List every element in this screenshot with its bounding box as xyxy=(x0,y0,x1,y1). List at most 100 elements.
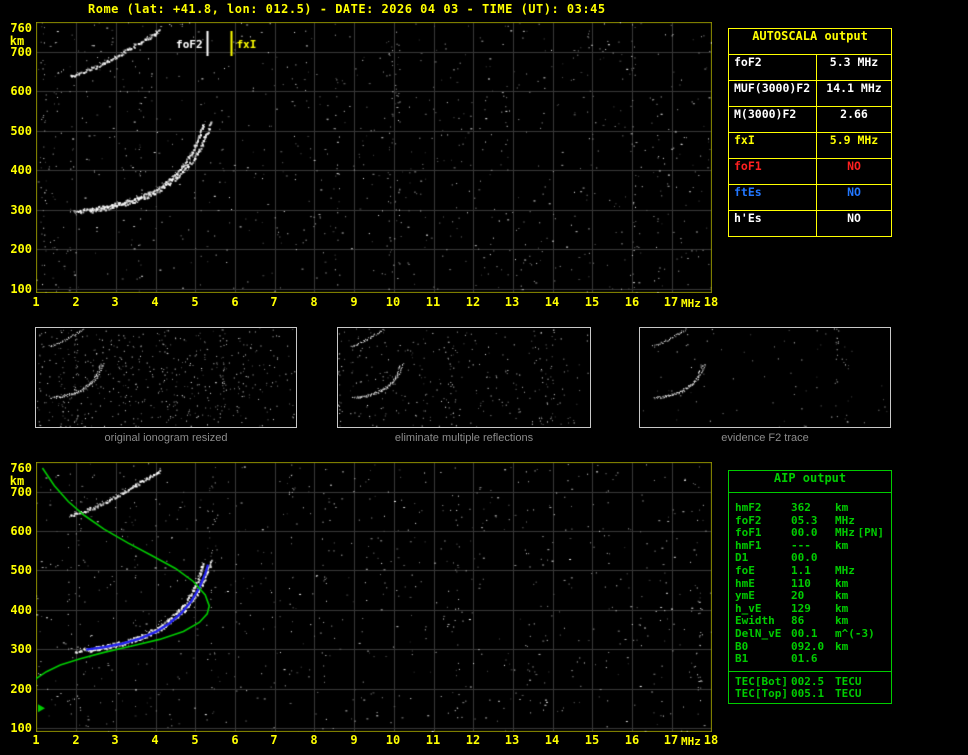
x-tick-top-16: 16 xyxy=(624,295,640,309)
aip-row-B0: B0 092.0 km xyxy=(735,640,887,653)
aip-row-h_vE: h_vE 129 km xyxy=(735,602,887,615)
y-tick-top-200: 200 xyxy=(10,242,32,257)
param-value: NO xyxy=(847,159,861,173)
aip-panel-title: AIP output xyxy=(729,471,891,493)
y-axis-unit-top: km xyxy=(9,34,25,48)
param-label: h'Es xyxy=(729,211,817,236)
param-label: foF1 xyxy=(735,526,762,540)
autoscala-row-ftEs: ftEs NO xyxy=(729,185,891,211)
param-value: 002.5 xyxy=(791,674,825,688)
param-value: 20 xyxy=(791,589,805,603)
param-label: h_vE xyxy=(735,601,762,615)
thumbnail-caption-reflections: eliminate multiple reflections xyxy=(394,432,534,444)
thumbnail-caption-evidence: evidence F2 trace xyxy=(721,432,809,444)
x-tick-bot-17: 17 xyxy=(663,733,679,747)
y-tick-bot-760: 760 xyxy=(10,461,32,475)
autoscala-row-MUF(3000)F2: MUF(3000)F2 14.1 MHz xyxy=(729,81,891,107)
param-label: hmF2 xyxy=(735,501,762,514)
x-tick-bot-16: 16 xyxy=(624,733,640,747)
param-unit: MHz xyxy=(835,563,855,577)
aip-row-TEC[Bot]: TEC[Bot] 002.5 TECU xyxy=(735,675,887,688)
autoscala-panel-title: AUTOSCALA output xyxy=(729,29,891,55)
param-value: 362 xyxy=(791,501,811,514)
x-tick-top-10: 10 xyxy=(385,295,401,309)
param-value: 5.9 MHz xyxy=(829,133,879,147)
param-unit: TECU xyxy=(835,687,862,701)
window-title: Rome (lat: +41.8, lon: 012.5) - DATE: 20… xyxy=(88,2,606,16)
x-tick-top-11: 11 xyxy=(425,295,441,309)
param-label: MUF(3000)F2 xyxy=(729,81,817,106)
x-tick-bot-2: 2 xyxy=(72,733,80,747)
y-tick-bot-300: 300 xyxy=(10,642,32,657)
x-tick-top-14: 14 xyxy=(544,295,560,309)
thumbnail-eliminate-reflections xyxy=(337,327,591,428)
param-label: foF2 xyxy=(735,513,762,527)
autoscala-row-foF2: foF2 5.3 MHz xyxy=(729,55,891,81)
param-label: foF2 xyxy=(729,55,817,80)
aip-output-panel: AIP output hmF2 362 km foF2 05.3 MHz foF1 00.0 M… xyxy=(728,470,892,704)
param-label: hmF1 xyxy=(735,538,762,552)
x-tick-top-5: 5 xyxy=(191,295,199,309)
aip-row-hmE: hmE 110 km xyxy=(735,577,887,590)
aip-row-foF1: foF1 00.0 MHz [PN] xyxy=(735,526,887,539)
y-tick-top-400: 400 xyxy=(10,163,32,178)
x-tick-top-1: 1 xyxy=(32,295,40,309)
param-note: [PN] xyxy=(857,526,885,540)
aip-row-B1: B1 01.6 xyxy=(735,652,887,665)
param-value: 1.1 xyxy=(791,563,811,577)
param-value: 005.1 xyxy=(791,687,825,701)
x-tick-top-17: 17 xyxy=(663,295,679,309)
y-tick-top-500: 500 xyxy=(10,123,32,138)
x-tick-bot-14: 14 xyxy=(544,733,560,747)
param-value: 14.1 MHz xyxy=(826,81,882,95)
aip-row-DelN_vE: DelN_vE 00.1 m^(-3) xyxy=(735,627,887,640)
param-unit: km xyxy=(835,639,849,653)
y-axis-unit-bot: km xyxy=(9,474,25,488)
x-tick-bot-1: 1 xyxy=(32,733,40,747)
x-tick-bot-11: 11 xyxy=(425,733,441,747)
x-tick-bot-15: 15 xyxy=(584,733,600,747)
x-tick-bot-4: 4 xyxy=(151,733,159,747)
thumbnail-original-ionogram xyxy=(35,327,297,428)
aip-row-TEC[Top]: TEC[Top] 005.1 TECU xyxy=(735,687,887,700)
aip-row-foF2: foF2 05.3 MHz xyxy=(735,514,887,527)
x-tick-top-3: 3 xyxy=(111,295,119,309)
y-tick-bot-600: 600 xyxy=(10,524,32,539)
param-unit: km xyxy=(835,538,849,552)
param-label: M(3000)F2 xyxy=(729,107,817,132)
y-tick-top-600: 600 xyxy=(10,84,32,99)
y-tick-bot-500: 500 xyxy=(10,563,32,578)
param-unit: km xyxy=(835,576,849,590)
x-tick-bot-6: 6 xyxy=(231,733,239,747)
param-value: NO xyxy=(847,211,861,225)
param-value: 5.3 MHz xyxy=(829,55,879,69)
x-tick-top-8: 8 xyxy=(310,295,318,309)
param-unit xyxy=(835,551,887,564)
x-tick-bot-12: 12 xyxy=(465,733,481,747)
x-tick-top-13: 13 xyxy=(504,295,520,309)
aip-row-ymE: ymE 20 km xyxy=(735,589,887,602)
param-value: 86 xyxy=(791,614,805,628)
param-value: 110 xyxy=(791,576,811,590)
param-value: 2.66 xyxy=(840,107,868,121)
x-axis-unit-bot: MHz xyxy=(681,735,701,748)
param-label: B0 xyxy=(735,639,749,653)
y-tick-top-760: 760 xyxy=(10,21,32,35)
param-label: ymE xyxy=(735,589,755,603)
x-tick-bot-5: 5 xyxy=(191,733,199,747)
y-tick-bot-400: 400 xyxy=(10,602,32,617)
y-tick-bot-200: 200 xyxy=(10,681,32,696)
thumbnail-evidence-f2-trace xyxy=(639,327,891,428)
aip-row-D1: D1 00.0 xyxy=(735,551,887,564)
autoscala-output-panel: AUTOSCALA output foF2 5.3 MHz MUF(3000)F2 1… xyxy=(728,28,892,237)
aip-rows: hmF2 362 km foF2 05.3 MHz foF1 00.0 MHz [PN] hmF1-… xyxy=(729,493,891,671)
param-value: 00.0 xyxy=(791,551,818,565)
param-unit: km xyxy=(835,601,849,615)
bottom-ionogram-canvas xyxy=(36,462,712,732)
aip-row-foE: foE 1.1 MHz xyxy=(735,564,887,577)
param-label: DelN_vE xyxy=(735,626,782,640)
thumbnail-caption-original: original ionogram resized xyxy=(104,432,228,444)
param-label: ftEs xyxy=(729,185,817,210)
autoscala-row-fxI: fxI 5.9 MHz xyxy=(729,133,891,159)
x-tick-top-15: 15 xyxy=(584,295,600,309)
